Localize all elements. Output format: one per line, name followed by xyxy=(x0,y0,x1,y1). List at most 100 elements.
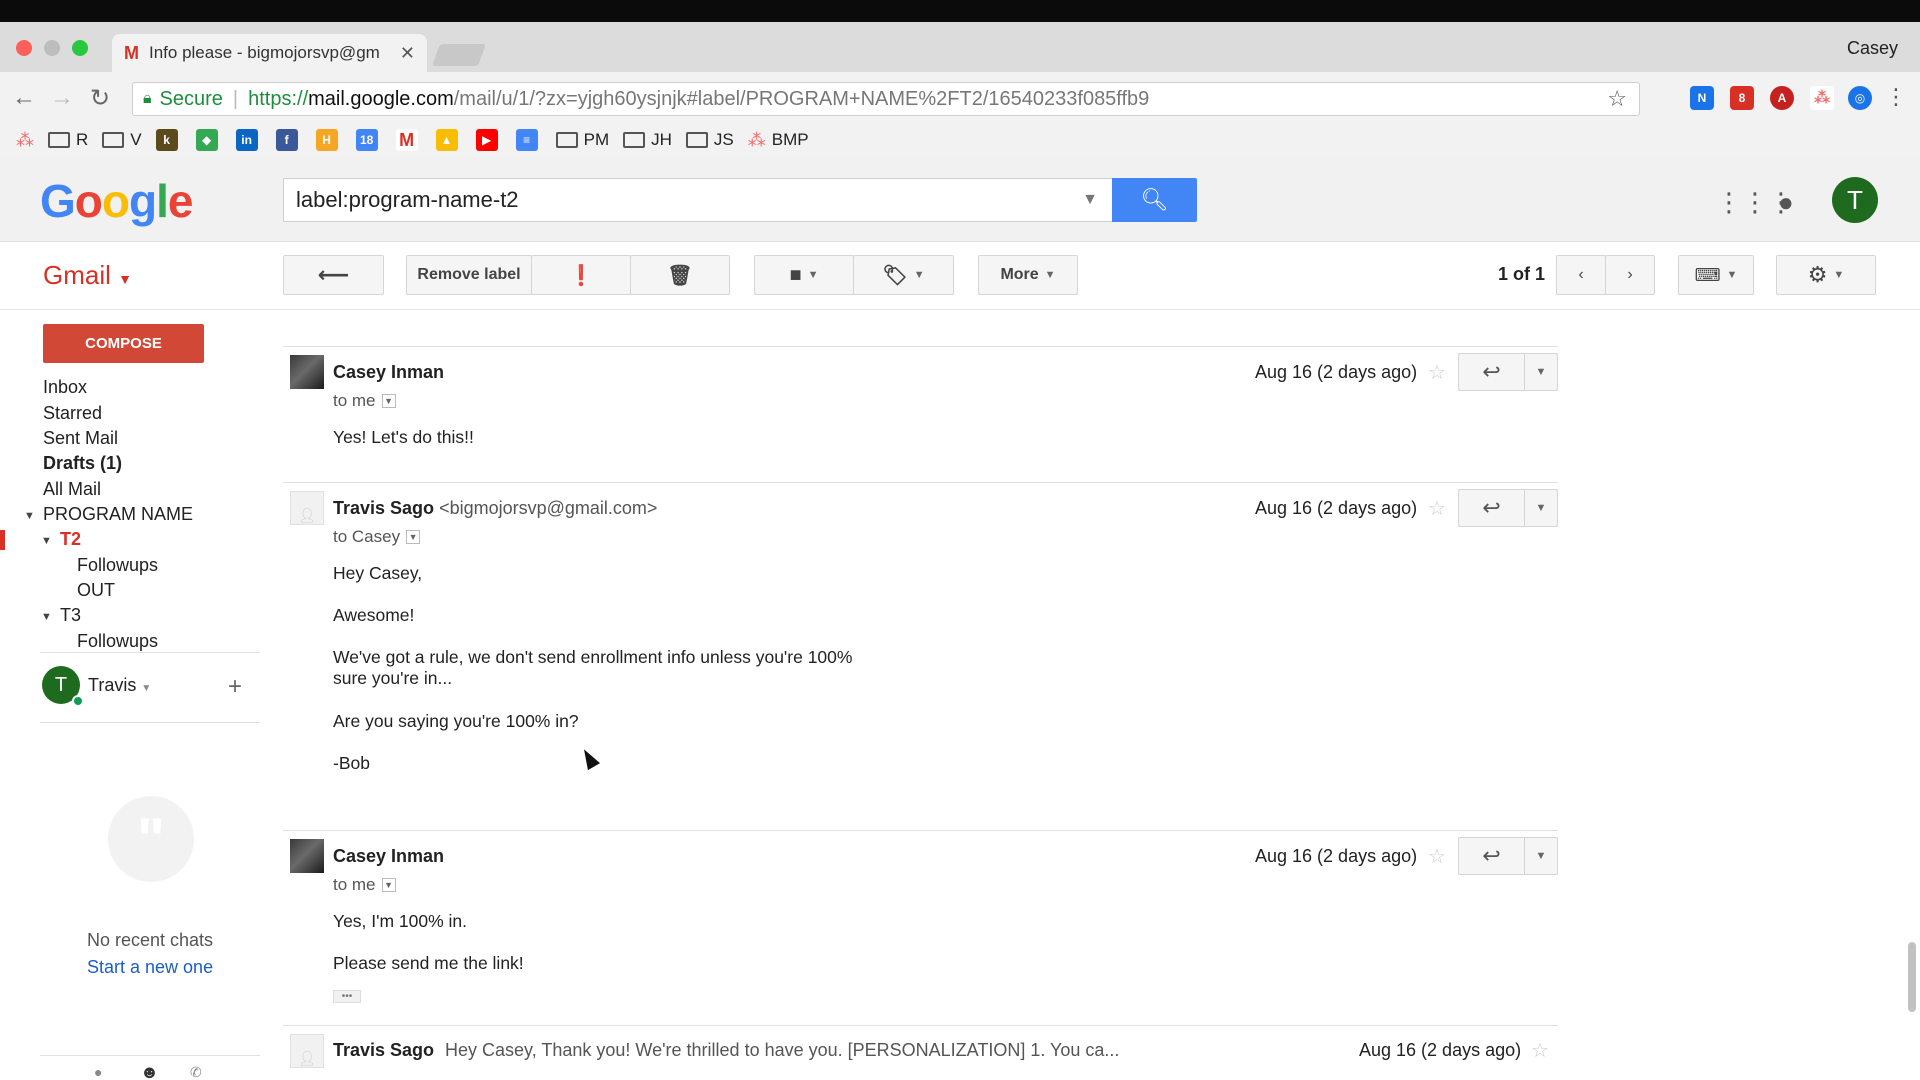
search-button[interactable]: 🔍︎ xyxy=(1112,178,1197,222)
reload-icon[interactable]: ↻ xyxy=(90,84,110,113)
nav-all-mail[interactable]: All Mail xyxy=(43,479,101,500)
browser-menu-icon[interactable]: ⋮ xyxy=(1885,84,1907,110)
remove-label-button[interactable]: Remove label xyxy=(406,255,532,295)
message-sender[interactable]: Travis Sago <bigmojorsvp@gmail.com> xyxy=(333,498,657,519)
report-spam-button[interactable]: ❗ xyxy=(531,255,631,295)
bookmark-maps-icon[interactable]: ◆ xyxy=(195,129,222,151)
message-sender[interactable]: Casey Inman xyxy=(333,846,444,867)
bookmark-docs-icon[interactable]: ≡ xyxy=(515,129,542,151)
bookmark-bmp[interactable]: ⁂ BMP xyxy=(748,130,809,151)
contacts-icon[interactable]: ● xyxy=(94,1064,102,1080)
extension-asana-icon[interactable]: ⁂ xyxy=(1810,86,1834,110)
hangouts-user[interactable]: Travis ▼ xyxy=(88,675,151,696)
sender-avatar[interactable]: 👤︎ xyxy=(290,491,324,525)
more-options-icon[interactable]: ▼ xyxy=(1525,490,1557,526)
nav-drafts[interactable]: Drafts (1) xyxy=(43,453,122,474)
bookmark-facebook-icon[interactable]: f xyxy=(275,129,302,151)
move-to-button[interactable]: ■ ▼ xyxy=(754,255,854,295)
message-sender[interactable]: Travis Sago xyxy=(333,1040,434,1061)
star-icon[interactable]: ☆ xyxy=(1428,844,1446,869)
compose-button[interactable]: COMPOSE xyxy=(43,324,204,363)
message-date: Aug 16 (2 days ago) xyxy=(1255,362,1418,382)
newer-button[interactable]: ‹ xyxy=(1556,255,1606,295)
nav-label-t2-out[interactable]: OUT xyxy=(77,580,115,601)
bookmark-folder-js[interactable]: JS xyxy=(685,130,734,150)
bookmark-star-icon[interactable]: ☆ xyxy=(1607,86,1627,112)
reply-button[interactable]: ↩ ▼ xyxy=(1458,837,1558,875)
bookmark-calendar-icon[interactable]: 18 xyxy=(355,129,382,151)
nav-inbox[interactable]: Inbox xyxy=(43,377,87,398)
message-divider xyxy=(283,1025,1558,1026)
star-icon[interactable]: ☆ xyxy=(1428,360,1446,385)
gmail-menu[interactable]: Gmail ▼ xyxy=(43,260,132,291)
star-icon[interactable]: ☆ xyxy=(1428,496,1446,521)
extension-adblock-icon[interactable]: A xyxy=(1770,86,1794,110)
bookmark-gmail-icon[interactable]: M xyxy=(395,129,422,151)
browser-tab-active[interactable]: M Info please - bigmojorsvp@gm ✕ xyxy=(112,34,427,72)
more-options-icon[interactable]: ▼ xyxy=(1525,838,1557,874)
profile-name[interactable]: Casey xyxy=(1847,38,1898,59)
maximize-window-button[interactable] xyxy=(72,40,88,56)
bookmark-h-icon[interactable]: H xyxy=(315,129,342,151)
bookmark-folder-r[interactable]: R xyxy=(48,130,88,150)
bookmark-asana-icon[interactable]: ⁂ xyxy=(16,130,34,151)
bookmark-folder-jh[interactable]: JH xyxy=(623,130,672,150)
labels-button[interactable]: 🏷︎ ▼ xyxy=(853,255,954,295)
show-details-icon[interactable]: ▼ xyxy=(381,878,396,892)
older-button[interactable]: › xyxy=(1605,255,1655,295)
bookmark-drive-icon[interactable]: ▲ xyxy=(435,129,462,151)
delete-button[interactable]: 🗑︎ xyxy=(630,255,730,295)
new-conversation-plus-icon[interactable]: + xyxy=(228,673,242,701)
phone-icon[interactable]: ✆ xyxy=(190,1064,202,1080)
hangouts-icon[interactable]: ☻ xyxy=(140,1062,159,1080)
search-options-icon[interactable]: ▼ xyxy=(1082,191,1098,209)
nav-label-t3-followups[interactable]: Followups xyxy=(77,631,158,652)
sender-avatar[interactable] xyxy=(290,839,324,873)
scrollbar[interactable] xyxy=(1908,942,1916,1012)
show-trimmed-content-button[interactable]: ••• xyxy=(333,990,361,1003)
nav-label-program-name[interactable]: PROGRAM NAME xyxy=(43,504,193,525)
star-icon[interactable]: ☆ xyxy=(1531,1038,1549,1063)
google-logo[interactable]: Google xyxy=(40,174,193,228)
bookmark-folder-v[interactable]: V xyxy=(102,130,142,150)
nav-sent-mail[interactable]: Sent Mail xyxy=(43,428,118,449)
message-sender[interactable]: Casey Inman xyxy=(333,362,444,383)
bookmark-k-icon[interactable]: k xyxy=(155,129,182,151)
account-avatar[interactable]: T xyxy=(1832,177,1878,223)
extension-compass-icon[interactable]: ◎ xyxy=(1848,86,1872,110)
nav-label-t2[interactable]: T2 xyxy=(60,529,81,550)
sender-avatar[interactable]: 👤︎ xyxy=(290,1034,324,1068)
expand-t3-icon[interactable]: ▼ xyxy=(41,611,52,623)
extension-news-icon[interactable]: N xyxy=(1690,86,1714,110)
start-new-chat-link[interactable]: Start a new one xyxy=(87,957,213,978)
bookmark-youtube-icon[interactable]: ▶ xyxy=(475,129,502,151)
close-tab-icon[interactable]: ✕ xyxy=(400,43,415,64)
search-input[interactable]: label:program-name-t2 ▼ xyxy=(283,178,1113,222)
new-tab-button[interactable] xyxy=(431,44,487,66)
settings-button[interactable]: ⚙ ▼ xyxy=(1776,255,1876,295)
minimize-window-button[interactable] xyxy=(44,40,60,56)
close-window-button[interactable] xyxy=(16,40,32,56)
nav-label-t3[interactable]: T3 xyxy=(60,605,81,626)
show-details-icon[interactable]: ▼ xyxy=(406,530,421,544)
input-tools-button[interactable]: ⌨ ▼ xyxy=(1678,255,1754,295)
nav-starred[interactable]: Starred xyxy=(43,403,102,424)
reply-button[interactable]: ↩ ▼ xyxy=(1458,489,1558,527)
bookmark-linkedin-icon[interactable]: in xyxy=(235,129,262,151)
address-bar[interactable]: 🔒︎ Secure | https://mail.google.com/mail… xyxy=(132,82,1640,116)
more-options-icon[interactable]: ▼ xyxy=(1525,354,1557,390)
sender-avatar[interactable] xyxy=(290,355,324,389)
expand-t2-icon[interactable]: ▼ xyxy=(41,535,52,547)
notifications-bell-icon[interactable]: ● xyxy=(1778,187,1794,218)
nav-label-t2-followups[interactable]: Followups xyxy=(77,555,158,576)
expand-program-name-icon[interactable]: ▼ xyxy=(24,510,35,522)
forward-icon[interactable]: → xyxy=(50,84,74,112)
reply-button[interactable]: ↩ ▼ xyxy=(1458,353,1558,391)
more-button[interactable]: More ▼ xyxy=(978,255,1078,295)
bookmark-folder-pm[interactable]: PM xyxy=(555,130,609,150)
back-to-label-button[interactable]: ⟵ xyxy=(283,255,384,295)
message-snippet[interactable]: Hey Casey, Thank you! We're thrilled to … xyxy=(445,1040,1119,1061)
extension-calendar-icon[interactable]: 8 xyxy=(1730,86,1754,110)
show-details-icon[interactable]: ▼ xyxy=(381,394,396,408)
back-icon[interactable]: ← xyxy=(12,84,36,112)
